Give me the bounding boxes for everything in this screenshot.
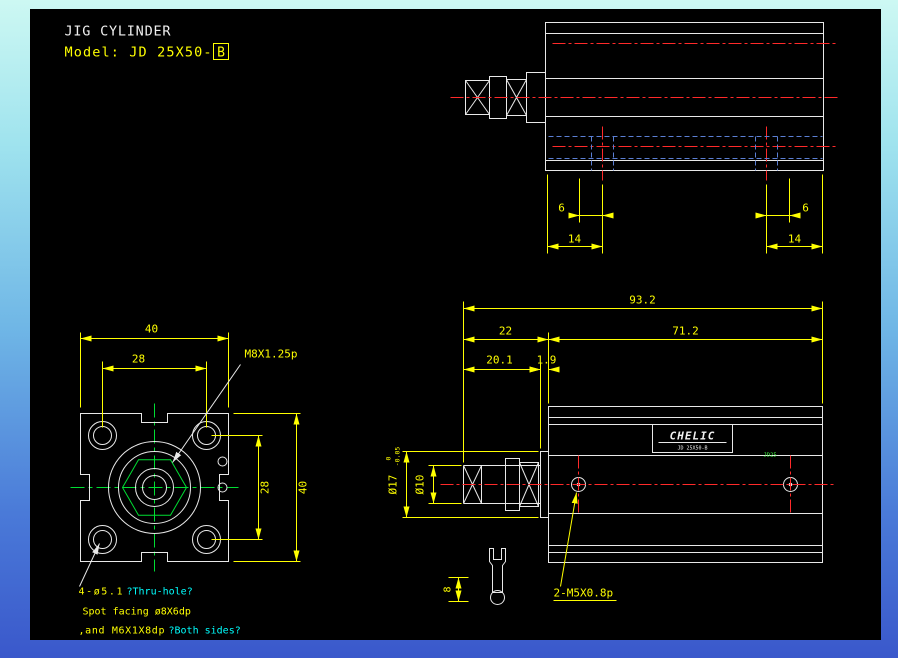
dim-dia17-tol-lower: -0.05 xyxy=(394,447,402,467)
cad-drawing: JIG CYLINDER Model: JD 25X50- B 6 14 6 1… xyxy=(30,9,881,640)
rod-thread-label: M8X1.25p xyxy=(245,348,298,361)
dim-201: 20.1 xyxy=(486,354,513,367)
dim-left-6: 6 xyxy=(558,202,565,215)
dim-712: 71.2 xyxy=(672,325,699,338)
dim-right-6: 6 xyxy=(802,202,809,215)
dim-hole-spacing-v-28: 28 xyxy=(259,481,272,494)
port-thread-label: 2-M5X0.8p xyxy=(554,587,614,600)
logo-name: CHELIC xyxy=(670,430,716,443)
dim-dia10: Ø10 xyxy=(414,475,427,495)
note-thru-hole-alt: ?Thru-hole? xyxy=(127,587,193,598)
dim-22: 22 xyxy=(499,325,512,338)
body-marking: JD25 xyxy=(764,453,777,459)
dim-width-40: 40 xyxy=(145,323,158,336)
dim-hole-spacing-28: 28 xyxy=(132,353,145,366)
dim-19: 1.9 xyxy=(537,354,557,367)
drawing-title: JIG CYLINDER xyxy=(65,24,172,40)
note-thread-alt: ?Both sides? xyxy=(169,626,241,637)
logo-sub: JD 25X50-B xyxy=(677,446,707,452)
dim-total-932: 93.2 xyxy=(629,294,656,307)
dim-right-14: 14 xyxy=(788,233,802,246)
model-label: Model: JD 25X50- xyxy=(65,45,212,61)
model-revision: B xyxy=(217,46,225,61)
note-thread-main: ,and M6X1X8dp xyxy=(79,626,165,637)
dim-left-14: 14 xyxy=(568,233,582,246)
dim-dia17-tol-upper: 0 xyxy=(385,456,393,460)
dim-flats-8: 8 xyxy=(443,586,454,592)
dim-height-40: 40 xyxy=(297,481,310,494)
note-spot-facing: Spot facing ø8X6dp xyxy=(83,607,191,618)
dim-dia17: Ø17 xyxy=(387,475,400,495)
